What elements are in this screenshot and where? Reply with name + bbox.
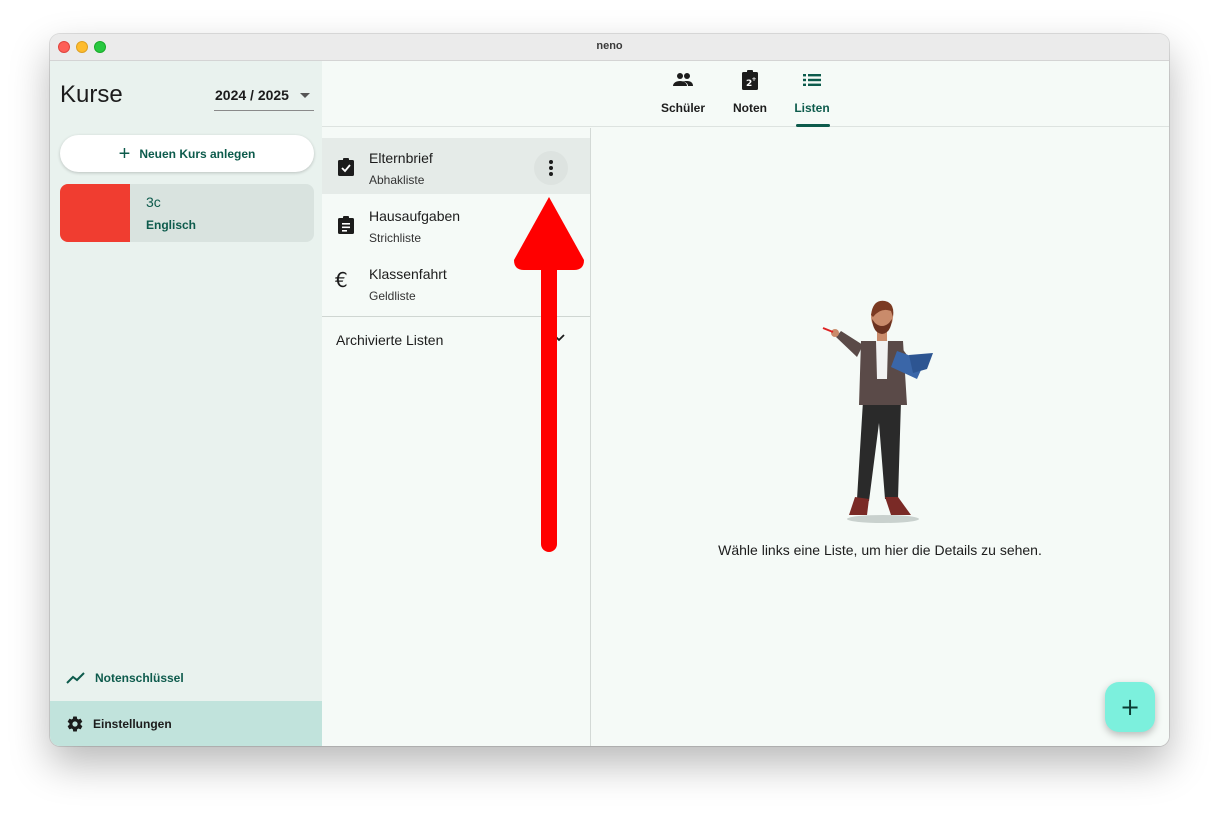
course-name: 3c [146,194,161,210]
plus-icon: + [118,142,131,165]
list-item[interactable]: Hausaufgaben Strichliste [322,196,590,252]
list-item-subtitle: Abhakliste [369,173,425,187]
svg-text:+: + [752,76,757,83]
course-color-swatch [60,184,130,242]
clipboard-check-icon [338,158,354,176]
school-year-value: 2024 / 2025 [215,87,289,103]
list-divider [322,316,590,317]
app-window: neno Kurse 2024 / 2025 + Neuen Kurs anle… [50,34,1169,746]
more-vert-dot [549,160,553,164]
course-card[interactable]: 3c Englisch [60,184,314,242]
list-icon [803,74,821,86]
dropdown-caret-icon [300,93,310,98]
top-tab-bar: Schüler 2 + Noten Listen [322,61,1169,127]
tab-lists-label: Listen [794,101,830,115]
grade-clipboard-icon: 2 + [742,70,758,90]
people-icon [673,73,693,86]
list-item-title: Elternbrief [369,150,433,166]
tab-lists[interactable]: Listen [792,67,832,127]
new-course-button[interactable]: + Neuen Kurs anlegen [60,135,314,172]
new-course-label: Neuen Kurs anlegen [139,146,256,161]
course-subject: Englisch [146,218,197,232]
trending-up-icon [66,671,85,684]
tab-students[interactable]: Schüler [658,67,708,127]
more-vert-dot [549,166,553,170]
settings-link[interactable]: Einstellungen [50,701,322,746]
gear-icon [67,716,83,732]
plus-icon: + [1119,693,1141,721]
list-item[interactable]: € Klassenfahrt Geldliste [322,254,590,310]
list-item-subtitle: Strichliste [369,231,422,245]
grade-key-link[interactable]: Notenschlüssel [50,655,322,700]
grade-key-label: Notenschlüssel [95,670,184,685]
window-title: neno [596,40,623,52]
teacher-illustration [822,300,933,523]
add-list-button[interactable]: + [1105,682,1155,732]
sidebar-title: Kurse [60,81,123,108]
more-vert-dot [549,172,553,176]
empty-state-message: Wähle links eine Liste, um hier die Deta… [718,542,1042,558]
archived-lists-toggle[interactable]: Archivierte Listen [336,332,443,348]
settings-label: Einstellungen [93,717,172,731]
list-item-title: Klassenfahrt [369,266,447,282]
sidebar: Kurse 2024 / 2025 + Neuen Kurs anlegen 3… [50,61,322,746]
detail-area: Wähle links eine Liste, um hier die Deta… [591,128,1169,746]
list-item[interactable]: Elternbrief Abhakliste [322,138,590,194]
school-year-select[interactable]: 2024 / 2025 [214,85,314,111]
euro-icon: € [335,268,348,292]
lists-panel: Elternbrief Abhakliste Hausaufgaben Stri… [322,128,591,746]
list-item-title: Hausaufgaben [369,208,461,224]
list-item-subtitle: Geldliste [369,289,416,303]
more-options-button[interactable] [534,151,568,185]
title-bar: neno [50,34,1169,61]
chevron-down-icon[interactable] [552,333,566,343]
clipboard-list-icon [338,216,354,234]
tab-grades-label: Noten [733,101,767,115]
tab-grades[interactable]: 2 + Noten [728,67,772,127]
tab-students-label: Schüler [660,101,705,115]
active-tab-indicator [796,124,830,127]
